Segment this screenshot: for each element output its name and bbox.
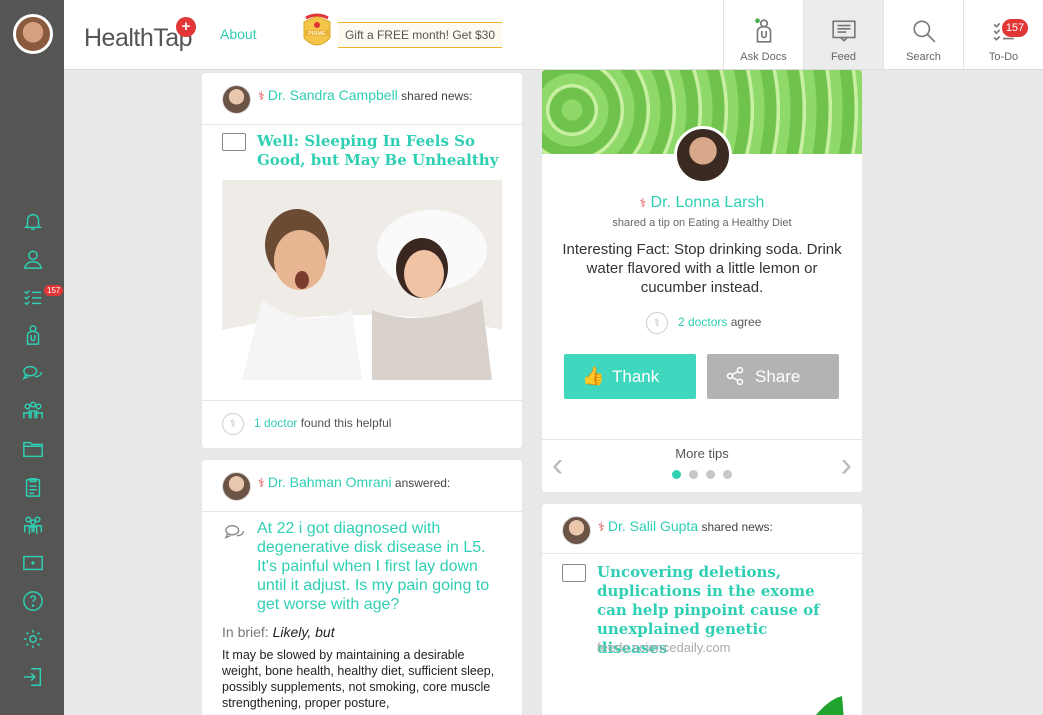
caduceus-icon: ⚕ bbox=[258, 476, 265, 490]
carousel-dots bbox=[542, 467, 862, 482]
doctor-name-link[interactable]: Dr. Sandra Campbell bbox=[268, 87, 398, 103]
caduceus-badge-icon: ⚕ bbox=[222, 413, 244, 435]
chevron-right-icon[interactable]: › bbox=[841, 445, 852, 485]
clipboard-icon[interactable] bbox=[20, 474, 46, 500]
about-link[interactable]: About bbox=[220, 26, 257, 42]
brief-value: Likely, but bbox=[272, 624, 335, 640]
doctor-name-link[interactable]: Dr. Lonna Larsh bbox=[651, 194, 765, 211]
thumbs-up-icon: 👍 bbox=[582, 366, 605, 386]
caduceus-icon: ⚕ bbox=[598, 520, 605, 534]
folder-icon[interactable] bbox=[20, 436, 46, 462]
action-text: answered: bbox=[394, 476, 451, 490]
nav-ask-docs-label: Ask Docs bbox=[740, 51, 787, 63]
camera-icon[interactable] bbox=[20, 550, 46, 576]
settings-icon[interactable] bbox=[20, 626, 46, 652]
prime-badge-icon[interactable]: PRIME bbox=[300, 12, 334, 56]
avatar[interactable] bbox=[222, 85, 251, 114]
share-button[interactable]: Share bbox=[707, 354, 839, 399]
doctor-name-link[interactable]: Dr. Salil Gupta bbox=[608, 518, 698, 534]
more-tips-carousel: More tips ‹ › bbox=[542, 439, 862, 489]
answer-card-disk-disease: ⚕ Dr. Bahman Omrani answered: At 22 i go… bbox=[202, 460, 522, 715]
newspaper-icon bbox=[222, 133, 246, 151]
tip-text: Interesting Fact: Stop drinking soda. Dr… bbox=[562, 241, 842, 296]
top-bar: HealthTap + About PRIME Gift a FREE mont… bbox=[64, 0, 1043, 70]
feed-icon bbox=[831, 18, 857, 44]
user-avatar[interactable] bbox=[13, 14, 53, 54]
agree-count-link[interactable]: 2 doctors bbox=[678, 315, 727, 329]
nav-todo[interactable]: 157 To-Do bbox=[963, 0, 1043, 69]
action-text: shared news: bbox=[701, 520, 773, 534]
agree-text: agree bbox=[730, 315, 762, 330]
share-label: Share bbox=[755, 367, 801, 386]
tip-doctor: ⚕ Dr. Lonna Larsh bbox=[542, 194, 862, 212]
avatar[interactable] bbox=[674, 126, 732, 184]
logout-icon[interactable] bbox=[20, 664, 46, 690]
carousel-dot[interactable] bbox=[672, 470, 681, 479]
doctor-icon[interactable] bbox=[20, 322, 46, 348]
news-card-genetic: ⚕ Dr. Salil Gupta shared news: Uncoverin… bbox=[542, 504, 862, 715]
logo-plus-icon: + bbox=[176, 17, 196, 37]
answer-text: It may be slowed by maintaining a desira… bbox=[222, 648, 495, 710]
news-card-sleeping: ⚕ Dr. Sandra Campbell shared news: Well:… bbox=[202, 73, 522, 448]
helpful-count-link[interactable]: 1 doctor bbox=[254, 416, 297, 430]
chat-icon bbox=[222, 522, 248, 549]
card-header: ⚕ Dr. Salil Gupta shared news: bbox=[542, 504, 862, 554]
news-image-sleeping-couple[interactable] bbox=[222, 180, 502, 380]
share-icon bbox=[725, 354, 745, 403]
doctor-icon bbox=[751, 18, 777, 44]
nav-ask-docs[interactable]: Ask Docs bbox=[723, 0, 803, 69]
carousel-dot[interactable] bbox=[706, 470, 715, 479]
avatar[interactable] bbox=[222, 472, 251, 501]
thank-label: Thank bbox=[612, 367, 660, 386]
chat-icon[interactable] bbox=[20, 360, 46, 386]
team-icon[interactable] bbox=[20, 512, 46, 538]
agree-row: ⚕ 2 doctors agree bbox=[646, 312, 761, 334]
action-text: shared news: bbox=[401, 89, 473, 103]
tip-subtitle: shared a tip on Eating a Healthy Diet bbox=[612, 217, 792, 229]
nav-todo-label: To-Do bbox=[988, 51, 1019, 63]
news-image-dna[interactable] bbox=[772, 694, 852, 715]
helpful-text: found this helpful bbox=[300, 416, 392, 431]
todo-count-badge: 157 bbox=[1002, 19, 1028, 37]
svg-text:PRIME: PRIME bbox=[308, 31, 326, 37]
bell-icon[interactable] bbox=[20, 208, 46, 234]
todo-badge: 157 bbox=[44, 285, 64, 296]
search-icon bbox=[911, 18, 937, 44]
sidebar: 157 bbox=[0, 0, 64, 715]
group-icon[interactable] bbox=[20, 398, 46, 424]
card-header: ⚕ Dr. Sandra Campbell shared news: bbox=[202, 73, 522, 125]
more-tips-label[interactable]: More tips bbox=[542, 446, 862, 461]
user-icon[interactable] bbox=[20, 246, 46, 272]
todo-list-icon[interactable] bbox=[20, 284, 46, 310]
carousel-dot[interactable] bbox=[689, 470, 698, 479]
carousel-dot[interactable] bbox=[723, 470, 732, 479]
newspaper-icon bbox=[562, 564, 586, 582]
tip-card: ⚕ Dr. Lonna Larsh shared a tip on Eating… bbox=[542, 70, 862, 492]
doctor-name-link[interactable]: Dr. Bahman Omrani bbox=[268, 474, 392, 490]
thank-button[interactable]: 👍 Thank bbox=[564, 354, 696, 399]
nav-search-label: Search bbox=[906, 51, 941, 63]
chevron-left-icon[interactable]: ‹ bbox=[552, 445, 563, 485]
caduceus-icon: ⚕ bbox=[258, 89, 265, 103]
news-source: feeds.sciencedaily.com bbox=[597, 640, 731, 655]
brief-label: In brief: bbox=[222, 624, 269, 640]
helpful-row: ⚕ 1 doctor found this helpful bbox=[222, 413, 391, 435]
news-title-link[interactable]: Well: Sleeping In Feels So Good, but May… bbox=[257, 132, 507, 170]
gift-promo-banner[interactable]: Gift a FREE month! Get $30 bbox=[338, 22, 502, 48]
avatar[interactable] bbox=[562, 516, 591, 545]
nav-feed-label: Feed bbox=[830, 51, 857, 63]
caduceus-badge-icon: ⚕ bbox=[646, 312, 668, 334]
brief-line: In brief: Likely, but bbox=[222, 624, 335, 640]
help-icon[interactable] bbox=[20, 588, 46, 614]
question-title-link[interactable]: At 22 i got diagnosed with degenerative … bbox=[257, 519, 507, 614]
nav-search[interactable]: Search bbox=[883, 0, 963, 69]
card-header: ⚕ Dr. Bahman Omrani answered: bbox=[202, 460, 522, 512]
nav-feed[interactable]: Feed bbox=[803, 0, 883, 69]
caduceus-icon: ⚕ bbox=[639, 196, 647, 210]
